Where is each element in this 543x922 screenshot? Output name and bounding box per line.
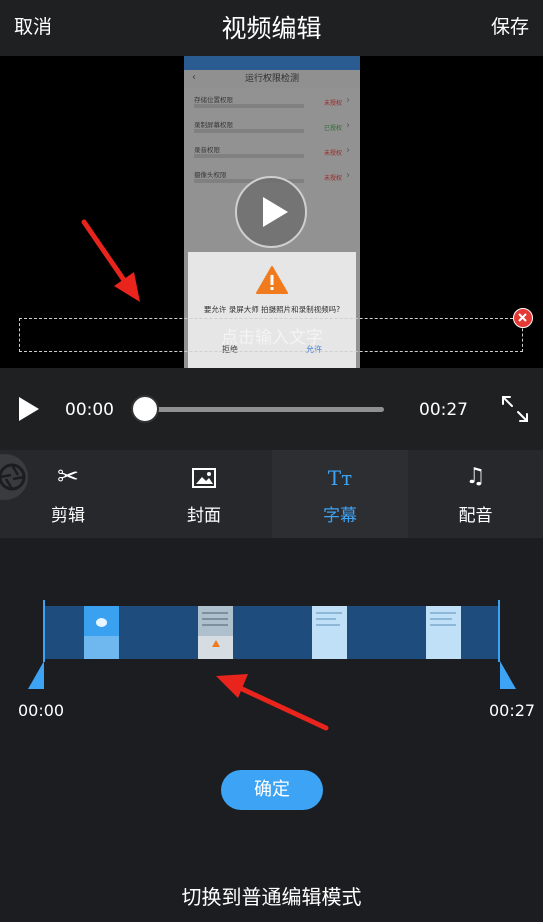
total-time: 00:27	[419, 400, 468, 420]
thumbnail-frame	[84, 606, 119, 659]
player-controls: 00:00 00:27	[0, 368, 543, 450]
trim-end-marker[interactable]	[500, 661, 516, 689]
remove-subtitle-button[interactable]	[513, 308, 533, 328]
tab-label: 封面	[187, 506, 221, 526]
trim-handle-start[interactable]	[43, 600, 45, 662]
subtitle-placeholder: 点击输入文字	[221, 328, 323, 348]
text-icon: Tт	[327, 466, 353, 490]
confirm-button[interactable]: 确定	[221, 770, 323, 810]
warning-icon	[256, 266, 288, 294]
switch-mode-link[interactable]: 切换到普通编辑模式	[0, 881, 543, 910]
play-overlay-button[interactable]	[235, 176, 307, 248]
thumbnail-frame	[312, 606, 347, 659]
current-time: 00:00	[65, 400, 114, 420]
close-icon	[518, 313, 527, 322]
timeline-start-time: 00:00	[18, 701, 65, 720]
music-icon: ♫	[465, 464, 486, 489]
trim-handle-end[interactable]	[498, 600, 500, 662]
page-title: 视频编辑	[221, 14, 322, 43]
tab-audio[interactable]: ♫ 配音	[408, 450, 543, 538]
tab-label: 剪辑	[51, 506, 85, 526]
tool-tabs: ✂ 剪辑 封面 Tт 字幕 ♫ 配音	[0, 450, 543, 538]
image-icon	[192, 468, 216, 488]
thumbnail-frame	[426, 606, 461, 659]
tab-subtitle[interactable]: Tт 字幕	[272, 450, 408, 538]
tab-cover[interactable]: 封面	[136, 450, 272, 538]
annotation-arrow-icon	[81, 219, 140, 302]
aperture-icon	[0, 463, 26, 491]
dialog-message: 要允许 录屏大师 拍摄照片和录制视频吗?	[203, 305, 341, 314]
tab-label: 字幕	[323, 506, 357, 526]
video-preview[interactable]: 运行权限检测 ‹ 存储位置权限 未授权 › 录制屏幕权限 已授权 › 录音权限 …	[0, 56, 543, 368]
play-icon	[263, 197, 288, 227]
subtitle-text-box[interactable]: 点击输入文字	[19, 318, 523, 352]
timeline-end-time: 00:27	[489, 701, 536, 720]
tab-label: 配音	[458, 506, 493, 526]
save-button[interactable]: 保存	[491, 12, 529, 39]
play-icon[interactable]	[18, 396, 40, 422]
seek-handle[interactable]	[131, 395, 159, 423]
fullscreen-icon[interactable]	[501, 395, 529, 423]
thumbnail-frame	[198, 606, 233, 659]
annotation-arrow-icon	[216, 674, 329, 731]
trim-start-marker[interactable]	[28, 661, 44, 689]
seek-bar[interactable]	[146, 407, 384, 412]
